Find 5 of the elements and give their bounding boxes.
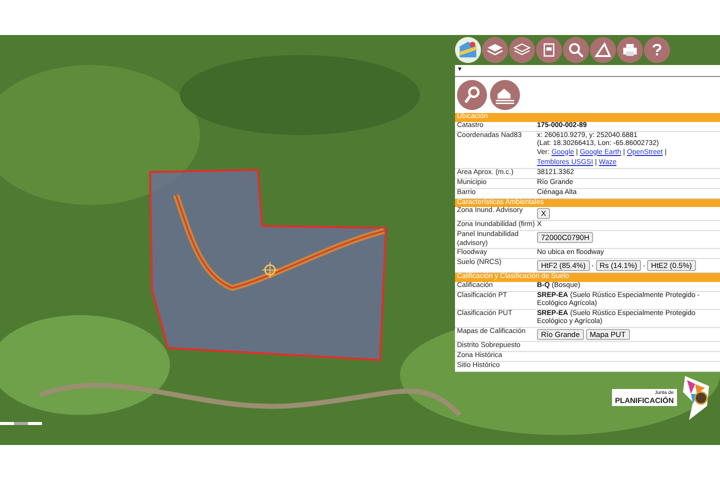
document-icon [541, 42, 557, 58]
triangle-icon [594, 41, 612, 59]
flood-house-action-button[interactable] [490, 80, 520, 110]
search-icon [567, 41, 585, 59]
print-icon [621, 41, 639, 59]
